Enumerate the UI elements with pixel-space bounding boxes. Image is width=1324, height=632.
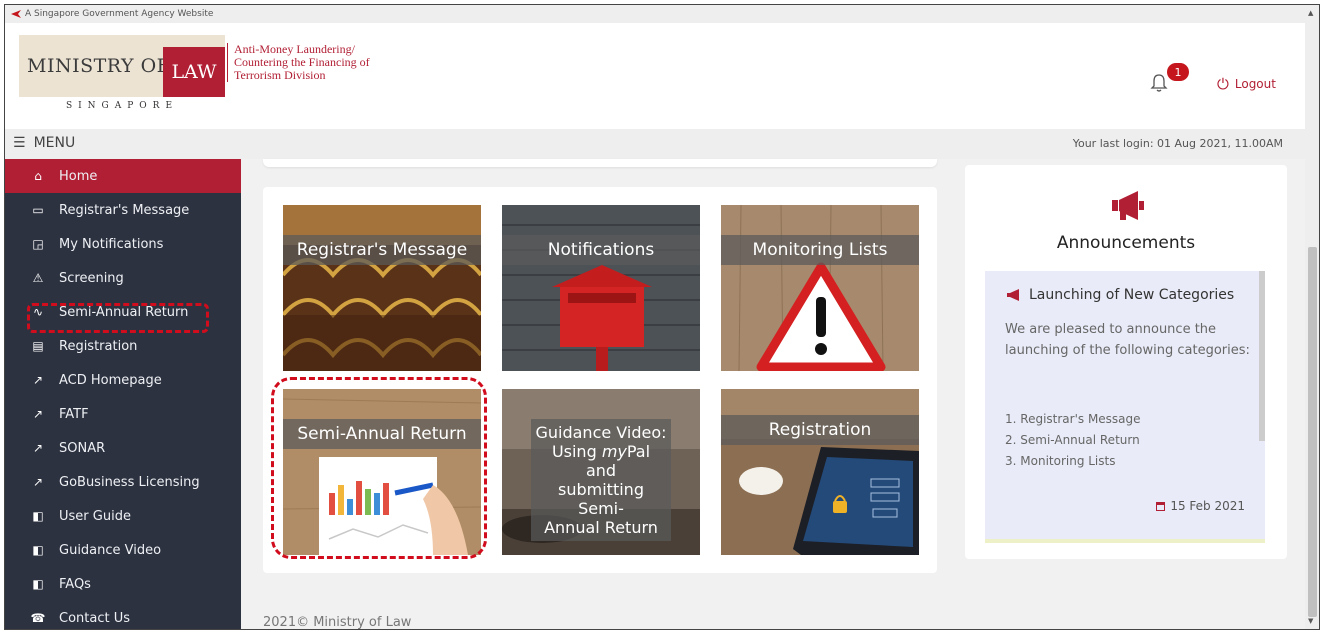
warning-icon: ⚠ — [32, 271, 44, 285]
top-panel-edge — [263, 159, 937, 167]
external-link-icon: ↗ — [32, 475, 44, 489]
warning-sign-image — [721, 205, 919, 371]
post-box-image — [502, 205, 700, 371]
megaphone-icon — [1112, 191, 1144, 220]
tile-label: Notifications — [502, 235, 700, 265]
small-megaphone-icon — [1007, 289, 1019, 301]
sidebar: ⌂ Home ▭ Registrar's Message ◲ My Notifi… — [5, 159, 241, 629]
sidebar-item-label: Contact Us — [59, 610, 130, 626]
book-icon: ◧ — [32, 543, 44, 557]
announcement-list: 1. Registrar's Message 2. Semi-Annual Re… — [1005, 412, 1141, 468]
sidebar-item-label: SONAR — [59, 440, 106, 456]
sidebar-item-home[interactable]: ⌂ Home — [5, 159, 241, 193]
book-icon: ◧ — [32, 577, 44, 591]
page-scrollbar[interactable]: ▲ ▼ — [1305, 5, 1319, 629]
sidebar-item-registration[interactable]: ▤ Registration — [5, 329, 241, 363]
tile-notifications[interactable]: Notifications — [502, 205, 700, 371]
external-link-icon: ↗ — [32, 373, 44, 387]
gov-banner-text: A Singapore Government Agency Website — [25, 9, 214, 19]
logo-ministry-text: MINISTRY OF — [27, 55, 171, 77]
scrollbar-thumb[interactable] — [1308, 247, 1317, 617]
announcements-title: Announcements — [1056, 233, 1196, 253]
sidebar-item-label: Registration — [59, 338, 138, 354]
header: MINISTRY OF LAW SINGAPORE Anti-Money Lau… — [5, 23, 1305, 129]
sidebar-item-label: My Notifications — [59, 236, 164, 252]
sidebar-item-faqs[interactable]: ◧ FAQs — [5, 567, 241, 601]
sidebar-item-label: FAQs — [59, 576, 91, 592]
sidebar-item-label: Guidance Video — [59, 542, 162, 558]
announcement-item: Launching of New Categories We are pleas… — [985, 271, 1265, 543]
message-icon: ▭ — [32, 203, 44, 217]
announcement-title: Launching of New Categories — [1029, 287, 1235, 303]
announcements-panel: Announcements Launching of New Categorie… — [965, 165, 1287, 559]
menu-bar: ☰ MENU Your last login: 01 Aug 2021, 11.… — [5, 129, 1305, 159]
sidebar-item-label: ACD Homepage — [59, 372, 162, 388]
ministry-logo[interactable]: MINISTRY OF LAW SINGAPORE — [19, 35, 225, 133]
logout-label: Logout — [1234, 77, 1276, 91]
notification-count-badge[interactable]: 1 — [1167, 63, 1189, 81]
tile-monitoring-lists[interactable]: Monitoring Lists — [721, 205, 919, 371]
tile-label: Monitoring Lists — [721, 235, 919, 265]
sidebar-item-acd-homepage[interactable]: ↗ ACD Homepage — [5, 363, 241, 397]
division-name: Anti-Money Laundering/ Countering the Fi… — [227, 43, 370, 82]
sidebar-item-label: GoBusiness Licensing — [59, 474, 200, 490]
logo-law-text: LAW — [163, 47, 225, 97]
menu-toggle[interactable]: ☰ MENU — [13, 135, 75, 151]
tile-guidance-video[interactable]: Guidance Video: Using myPal and submitti… — [502, 389, 700, 555]
tile-label: Registration — [721, 415, 919, 445]
external-link-icon: ↗ — [32, 441, 44, 455]
sidebar-item-registrars-message[interactable]: ▭ Registrar's Message — [5, 193, 241, 227]
semi-annual-return-highlight — [27, 303, 209, 333]
sidebar-item-user-guide[interactable]: ◧ User Guide — [5, 499, 241, 533]
book-icon: ◧ — [32, 509, 44, 523]
calendar-icon — [1156, 501, 1166, 511]
logout-button[interactable]: ⏻ Logout — [1217, 75, 1276, 93]
tile-registrars-message[interactable]: Registrar's Message — [283, 205, 481, 371]
lion-head-icon — [11, 10, 21, 18]
registration-icon: ▤ — [32, 339, 44, 353]
sidebar-item-guidance-video[interactable]: ◧ Guidance Video — [5, 533, 241, 567]
scroll-up-arrow-icon[interactable]: ▲ — [1308, 9, 1313, 17]
hamburger-icon: ☰ — [13, 135, 26, 151]
sidebar-item-gobusiness-licensing[interactable]: ↗ GoBusiness Licensing — [5, 465, 241, 499]
tablet-login-image — [721, 389, 919, 555]
sidebar-item-screening[interactable]: ⚠ Screening — [5, 261, 241, 295]
last-login-text: Your last login: 01 Aug 2021, 11.00AM — [1072, 137, 1283, 150]
scroll-down-arrow-icon[interactable]: ▼ — [1308, 617, 1313, 625]
semi-annual-return-tile-highlight — [271, 377, 487, 559]
menu-label: MENU — [33, 135, 76, 151]
logo-country-text: SINGAPORE — [65, 101, 179, 111]
contact-icon: ☎ — [30, 611, 46, 625]
theatre-seats-image — [283, 205, 481, 371]
sidebar-item-my-notifications[interactable]: ◲ My Notifications — [5, 227, 241, 261]
sidebar-item-fatf[interactable]: ↗ FATF — [5, 397, 241, 431]
sidebar-item-sonar[interactable]: ↗ SONAR — [5, 431, 241, 465]
tile-label: Guidance Video: Using myPal and submitti… — [531, 419, 671, 541]
sidebar-item-label: Home — [59, 168, 98, 184]
sidebar-item-label: Screening — [59, 270, 124, 286]
notification-icon: ◲ — [32, 237, 44, 251]
home-icon: ⌂ — [34, 169, 42, 183]
tile-label: Registrar's Message — [283, 235, 481, 265]
sidebar-item-label: User Guide — [59, 508, 131, 524]
bell-icon[interactable] — [1150, 73, 1168, 93]
browser-frame: A Singapore Government Agency Website MI… — [4, 4, 1320, 630]
sidebar-item-contact-us[interactable]: ☎ Contact Us — [5, 601, 241, 629]
sidebar-item-label: Registrar's Message — [59, 202, 190, 218]
tile-registration[interactable]: Registration — [721, 389, 919, 555]
sidebar-item-label: FATF — [59, 406, 89, 422]
power-icon: ⏻ — [1217, 75, 1229, 93]
external-link-icon: ↗ — [32, 407, 44, 421]
announcement-body: We are pleased to announce the launching… — [1005, 322, 1250, 358]
footer-copyright: 2021© Ministry of Law — [263, 615, 412, 630]
gov-banner: A Singapore Government Agency Website — [5, 5, 1305, 23]
announcement-scrollbar[interactable] — [1259, 271, 1265, 441]
announcement-date: 15 Feb 2021 — [1156, 499, 1245, 513]
